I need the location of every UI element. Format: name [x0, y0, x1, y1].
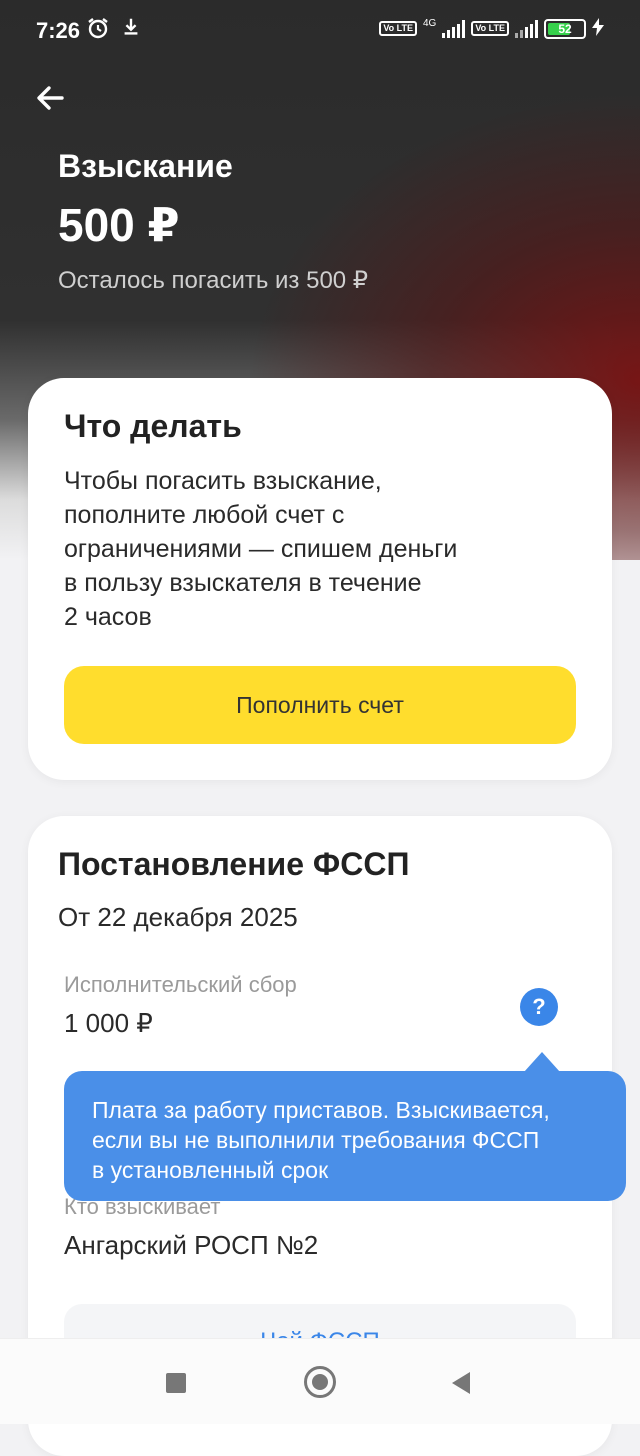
status-right: Vo LTE 4G Vo LTE 52	[379, 18, 604, 39]
card-description: Чтобы погасить взыскание, пополните любо…	[64, 467, 458, 631]
resolution-date: От 22 декабря 2025	[58, 902, 298, 932]
bolt-icon	[592, 18, 604, 39]
recents-button[interactable]	[166, 1373, 186, 1393]
remaining-text: Осталось погасить из 500 ₽	[58, 267, 369, 294]
tooltip-arrow	[524, 1052, 560, 1072]
battery-icon: 52	[544, 18, 586, 39]
page-title: Взыскание	[58, 148, 233, 184]
fee-label: Исполнительский сбор	[64, 972, 297, 997]
download-icon	[120, 16, 142, 44]
card-title: Что делать	[64, 408, 242, 444]
signal-icon-2	[515, 19, 538, 38]
fee-tooltip: Плата за работу приставов. Взыскивается,…	[64, 1071, 626, 1201]
what-to-do-card: Что делать Чтобы погасить взыскание, поп…	[28, 378, 612, 780]
arrow-left-icon[interactable]	[32, 80, 68, 116]
question-icon[interactable]: ?	[520, 988, 558, 1026]
volte-icon: Vo LTE	[379, 21, 417, 36]
network-type: 4G	[422, 18, 437, 29]
alarm-icon	[86, 16, 110, 46]
fee-value: 1 000 ₽	[64, 1008, 153, 1038]
status-time: 7:26	[36, 18, 81, 43]
signal-icon	[442, 19, 466, 38]
battery-level: 52	[558, 21, 572, 36]
debt-amount: 500 ₽	[58, 199, 180, 251]
back-nav-button[interactable]	[452, 1372, 470, 1394]
volte-icon-2: Vo LTE	[471, 21, 509, 36]
resolution-title: Постановление ФССП	[58, 846, 410, 882]
status-bar: 7:26 Vo LTE 4G Vo LTE 52	[0, 0, 640, 62]
home-button[interactable]	[304, 1366, 336, 1398]
top-up-button[interactable]: Пополнить счет	[64, 666, 576, 744]
system-nav-bar	[0, 1338, 640, 1424]
collector-value: Ангарский РОСП №2	[64, 1230, 319, 1260]
